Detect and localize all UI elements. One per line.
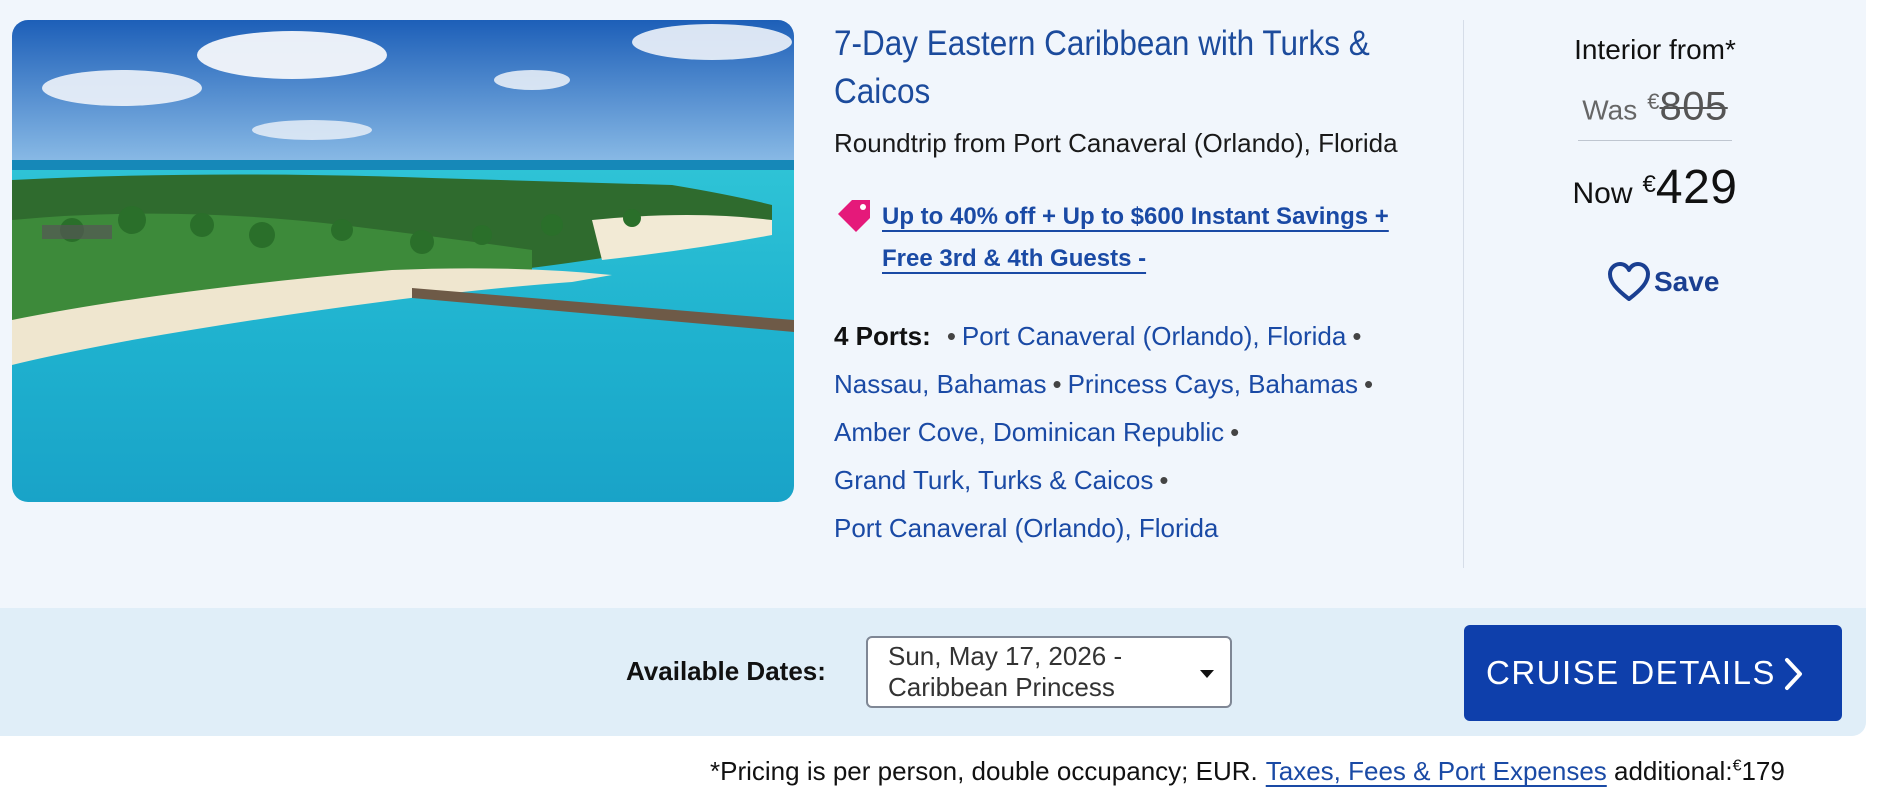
promo-link[interactable]: Up to 40% off + Up to $600 Instant Savin… [882, 196, 1442, 280]
price-separator [1578, 140, 1732, 141]
beach-island-image [12, 20, 794, 502]
port-link[interactable]: Nassau, Bahamas [834, 369, 1046, 399]
now-label: Now [1572, 177, 1633, 210]
port-bullet: • [1352, 321, 1362, 351]
caret-down-icon [1200, 670, 1214, 678]
port-bullet: • [1052, 369, 1062, 399]
port-link[interactable]: Amber Cove, Dominican Republic [834, 417, 1224, 447]
cruise-details-button[interactable]: CRUISE DETAILS [1464, 625, 1842, 721]
price-label: Interior from* [1574, 34, 1736, 65]
column-divider [1463, 20, 1464, 568]
port-bullet: • [1230, 417, 1240, 447]
pricing-footnote: *Pricing is per person, double occupancy… [710, 756, 1785, 787]
available-dates-label: Available Dates: [626, 656, 826, 686]
cruise-card: 7-Day Eastern Caribbean with Turks & Cai… [0, 0, 1866, 736]
was-label: Was [1582, 94, 1638, 126]
port-bullet: • [946, 321, 956, 351]
port-bullet: • [1159, 465, 1169, 495]
save-label: Save [1654, 266, 1720, 297]
port-list: 4 Ports: • Port Canaveral (Orlando), Flori… [834, 312, 1414, 552]
now-price: Now €429 [1480, 155, 1830, 215]
ports-label: 4 Ports: [834, 321, 931, 351]
footnote-text: *Pricing is per person, double occupancy… [710, 756, 1258, 786]
now-currency: € [1642, 171, 1656, 198]
port-bullet: • [1364, 369, 1374, 399]
save-button[interactable]: Save [1606, 260, 1719, 304]
now-amount: 429 [1655, 161, 1738, 214]
port-link[interactable]: Grand Turk, Turks & Caicos [834, 465, 1153, 495]
promo-link-text[interactable]: Up to 40% off + Up to $600 Instant Savin… [882, 203, 1389, 272]
footnote-additional: additional: [1614, 756, 1733, 786]
footnote-amount: 179 [1741, 756, 1785, 786]
cruise-title[interactable]: 7-Day Eastern Caribbean with Turks & Cai… [834, 20, 1419, 116]
cruise-details-label: CRUISE DETAILS [1486, 654, 1776, 691]
port-link[interactable]: Princess Cays, Bahamas [1068, 369, 1358, 399]
was-price: Was €805 [1480, 76, 1830, 128]
chevron-right-icon [1785, 658, 1802, 690]
price-block: Interior from* Was €805 Now €429 [1480, 30, 1830, 215]
cruise-subtitle: Roundtrip from Port Canaveral (Orlando),… [834, 128, 1398, 158]
cruise-photo[interactable] [12, 20, 794, 502]
selected-date: Sun, May 17, 2026 - Caribbean Princess [888, 641, 1123, 702]
date-select[interactable]: Sun, May 17, 2026 - Caribbean Princess [866, 636, 1232, 708]
was-currency: € [1647, 89, 1660, 114]
port-link[interactable]: Port Canaveral (Orlando), Florida [834, 513, 1218, 543]
tag-icon [838, 200, 870, 232]
taxes-fees-link[interactable]: Taxes, Fees & Port Expenses [1266, 756, 1607, 786]
was-amount: 805 [1659, 84, 1728, 129]
port-link[interactable]: Port Canaveral (Orlando), Florida [962, 321, 1346, 351]
heart-icon [1608, 262, 1650, 301]
